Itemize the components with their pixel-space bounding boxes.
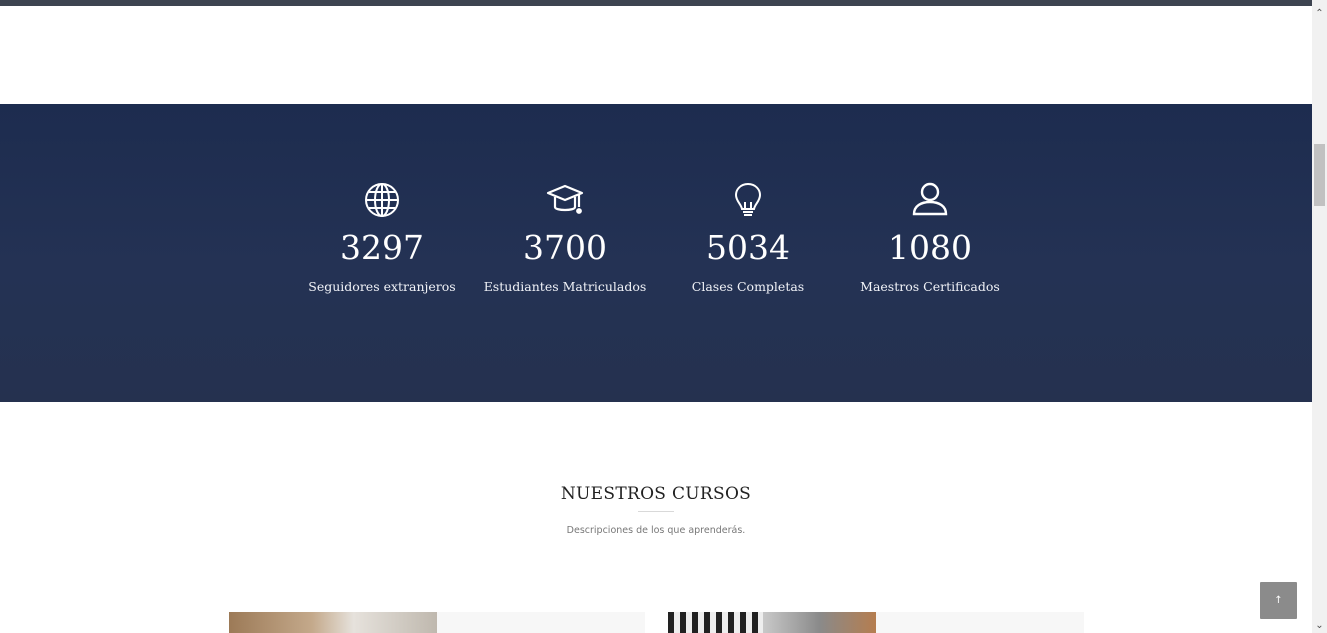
stat-value: 5034 xyxy=(706,228,790,267)
stat-value: 3700 xyxy=(523,228,607,267)
vertical-scrollbar[interactable]: ⌃ ⌄ xyxy=(1312,0,1327,633)
lightbulb-icon xyxy=(728,180,768,220)
course-card[interactable] xyxy=(668,612,1084,633)
scroll-up-icon[interactable]: ⌃ xyxy=(1312,6,1327,21)
stat-label: Maestros Certificados xyxy=(860,279,1000,294)
stat-label: Estudiantes Matriculados xyxy=(483,279,647,294)
stat-certified-teachers: 1080 Maestros Certificados xyxy=(840,180,1020,294)
graduation-cap-icon xyxy=(545,180,585,220)
scroll-to-top-button[interactable]: ↑ xyxy=(1260,582,1297,619)
stat-label: Clases Completas xyxy=(691,279,805,294)
course-card-image[interactable] xyxy=(229,612,437,633)
page: 3297 Seguidores extranjeros 3700 Estudia… xyxy=(0,0,1312,633)
arrow-up-icon: ↑ xyxy=(1274,595,1283,606)
stats-section: 3297 Seguidores extranjeros 3700 Estudia… xyxy=(0,104,1312,402)
stat-value: 3297 xyxy=(340,228,424,267)
stat-label: Seguidores extranjeros xyxy=(308,279,456,294)
stat-completed-classes: 5034 Clases Completas xyxy=(658,180,838,294)
course-card[interactable] xyxy=(229,612,645,633)
stat-foreign-followers: 3297 Seguidores extranjeros xyxy=(292,180,472,294)
scrollbar-thumb[interactable] xyxy=(1314,144,1325,206)
top-navigation-bar-edge xyxy=(0,0,1312,6)
courses-section-title: NUESTROS CURSOS xyxy=(560,484,752,504)
course-card-image[interactable] xyxy=(668,612,876,633)
stat-enrolled-students: 3700 Estudiantes Matriculados xyxy=(475,180,655,294)
scroll-down-icon[interactable]: ⌄ xyxy=(1312,618,1327,633)
user-icon xyxy=(910,180,950,220)
stat-value: 1080 xyxy=(888,228,972,267)
courses-section-subtitle: Descripciones de los que aprenderás. xyxy=(566,525,746,536)
globe-icon xyxy=(362,180,402,220)
title-divider xyxy=(638,511,674,512)
